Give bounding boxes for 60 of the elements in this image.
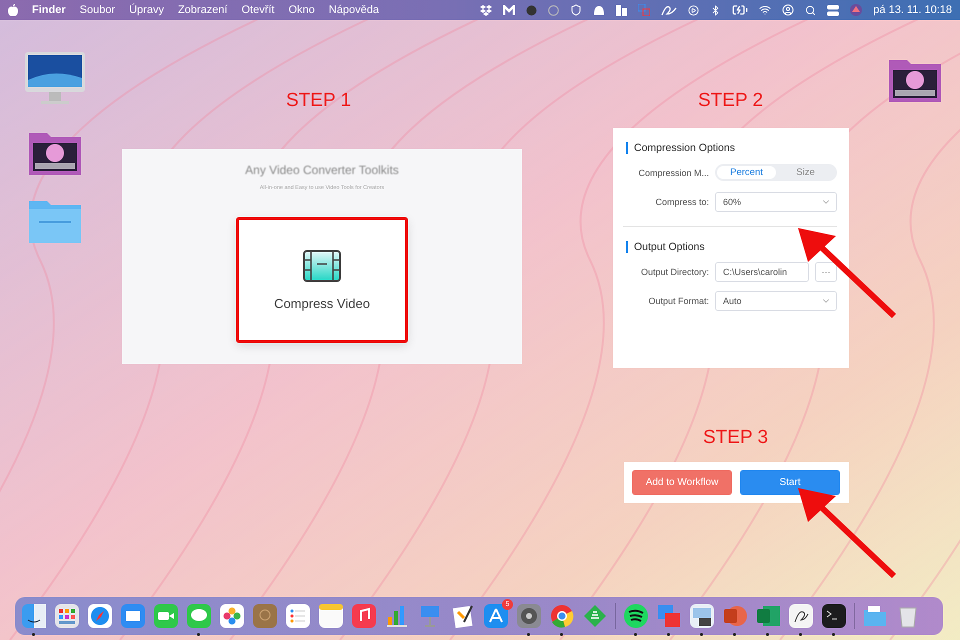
menu-item[interactable]: Soubor xyxy=(80,4,116,16)
browse-button[interactable]: ··· xyxy=(815,262,837,282)
section-title: Compression Options xyxy=(626,142,837,154)
start-button[interactable]: Start xyxy=(740,470,840,495)
smiling-face-icon[interactable] xyxy=(21,603,47,629)
menu-item[interactable]: Nápověda xyxy=(328,4,379,16)
envelope-icon[interactable] xyxy=(120,603,146,629)
segment-option[interactable]: Size xyxy=(776,166,835,179)
tool-label: Compress Video xyxy=(274,296,370,310)
photo-stack-icon[interactable] xyxy=(689,603,715,629)
field-label: Compress to: xyxy=(654,196,709,206)
input-field[interactable]: C:\Users\carolin xyxy=(715,262,809,282)
speech-bubble-icon[interactable] xyxy=(186,603,212,629)
flower-icon[interactable] xyxy=(219,603,245,629)
letter-m-icon[interactable] xyxy=(503,5,516,15)
app-menu[interactable]: Finder xyxy=(32,4,66,16)
step-label: STEP 1 xyxy=(286,90,352,112)
browser-icon[interactable] xyxy=(549,603,575,629)
sound-waves-icon[interactable] xyxy=(623,603,649,629)
search-icon[interactable] xyxy=(805,4,816,16)
clock[interactable]: pá 13. 11. 10:18 xyxy=(873,4,952,16)
menu-item[interactable]: Úpravy xyxy=(129,4,164,16)
field-label: Output Directory: xyxy=(640,266,709,276)
list-icon[interactable] xyxy=(285,603,311,629)
segment-option[interactable]: Percent xyxy=(717,166,776,179)
apple-icon[interactable] xyxy=(8,4,18,16)
app-store-icon[interactable] xyxy=(483,603,509,629)
app-grid-icon[interactable] xyxy=(54,603,80,629)
select-field[interactable]: 60% xyxy=(715,192,837,212)
dome-icon[interactable] xyxy=(593,5,606,15)
compass-icon[interactable] xyxy=(87,603,113,629)
monitor-icon[interactable] xyxy=(23,50,87,106)
menu-item[interactable]: Zobrazení xyxy=(178,4,228,16)
step-label: STEP 2 xyxy=(698,90,764,112)
tool-card[interactable]: Compress Video xyxy=(236,217,408,343)
select-field[interactable]: Auto xyxy=(715,290,837,310)
terminal-icon[interactable] xyxy=(821,603,847,629)
notepad-icon[interactable] xyxy=(318,603,344,629)
field-label: Compression M... xyxy=(637,168,709,178)
dark-circle-icon[interactable] xyxy=(526,4,538,16)
film-strip-icon xyxy=(303,250,341,282)
shield-icon[interactable] xyxy=(570,4,582,16)
circle-outline-icon[interactable] xyxy=(548,4,560,16)
split-square-icon[interactable] xyxy=(616,4,628,16)
signature-icon[interactable] xyxy=(788,603,814,629)
workflow-button[interactable]: Add to Workflow xyxy=(632,470,732,495)
video-camera-icon[interactable] xyxy=(153,603,179,629)
toggles-icon[interactable] xyxy=(827,4,840,16)
user-icon[interactable] xyxy=(782,4,794,16)
bluetooth-icon[interactable] xyxy=(710,4,722,16)
menu-item[interactable]: Otevřít xyxy=(241,4,274,16)
bar-chart-icon[interactable] xyxy=(384,603,410,629)
box-stack-icon[interactable] xyxy=(480,4,492,16)
step-label: STEP 3 xyxy=(703,427,768,449)
feed-icon[interactable] xyxy=(582,603,608,629)
play-icon[interactable] xyxy=(688,4,700,16)
avatar-icon[interactable] xyxy=(850,4,862,16)
menu-item[interactable]: Okno xyxy=(288,4,315,16)
field-label: Output Format: xyxy=(647,296,709,306)
panel-title: Any Video Converter Toolkits xyxy=(245,163,399,177)
